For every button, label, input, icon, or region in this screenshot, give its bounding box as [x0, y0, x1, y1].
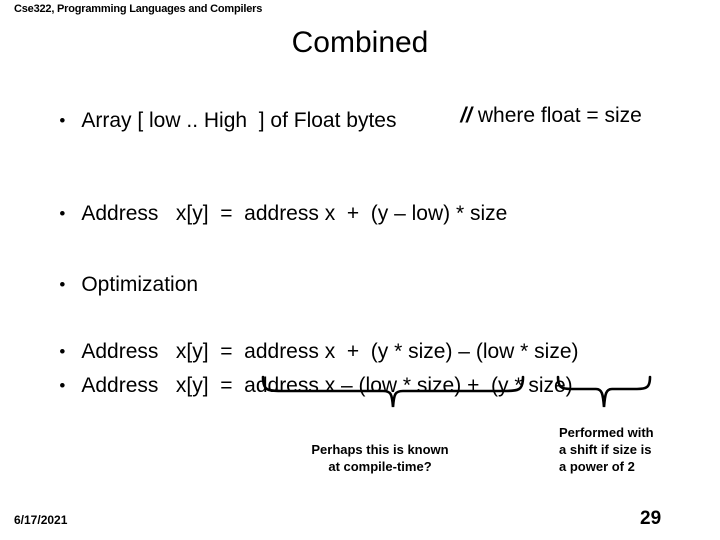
bullet-marker-icon: • — [59, 111, 66, 130]
bullet-array-declaration-label: Array [ low .. High ] of Float bytes — [81, 109, 397, 132]
footer-page-number: 29 — [640, 508, 662, 529]
bullet-marker-icon: • — [59, 376, 66, 395]
brace-left-icon — [261, 375, 525, 408]
brace-right-icon — [556, 375, 652, 408]
course-header: Cse322, Programming Languages and Compil… — [14, 3, 263, 15]
bullet-marker-icon: • — [59, 204, 66, 223]
bullet-address-formula-basic-label: Address x[y] = address x + (y – low) * s… — [81, 202, 508, 225]
bullet-marker-icon: • — [59, 275, 66, 294]
footer-date: 6/17/2021 — [14, 513, 68, 527]
comment-slashes: // — [460, 104, 473, 127]
page-title: Combined — [291, 26, 429, 59]
comment-float-size: // where float = size — [437, 80, 642, 152]
comment-body: where float = size — [477, 104, 642, 127]
bullet-optimization-label: Optimization — [81, 273, 199, 296]
slide-canvas: Cse322, Programming Languages and Compil… — [0, 0, 720, 540]
bullet-array-declaration: • Array [ low .. High ] of Float bytes — [36, 80, 396, 161]
bullet-address-formula-basic: • Address x[y] = address x + (y – low) * … — [36, 173, 507, 254]
annotation-compile-time-note: Perhaps this is known at compile-time? — [311, 442, 449, 474]
annotation-shift-note: Performed with a shift if size is a powe… — [559, 425, 654, 474]
